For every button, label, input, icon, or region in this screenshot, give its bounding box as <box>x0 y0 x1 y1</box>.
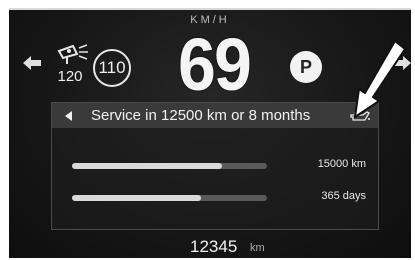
instrument-cluster-screen: KM/H 69 120 110 P Service in 12500 km or… <box>9 8 411 258</box>
previous-page-icon[interactable] <box>65 111 72 121</box>
distance-progress-bar <box>72 163 267 169</box>
service-panel-header: Service in 12500 km or 8 months <box>52 103 378 128</box>
top-divider <box>9 8 411 10</box>
speed-camera-icon <box>57 44 88 64</box>
callout-arrow-icon <box>354 41 406 118</box>
service-message: Service in 12500 km or 8 months <box>91 107 311 124</box>
time-progress-bar <box>72 195 267 201</box>
speed-readout: 69 <box>177 23 252 106</box>
distance-progress-fill <box>72 163 223 169</box>
arrow-left-icon[interactable] <box>23 56 43 70</box>
distance-label: 15000 km <box>317 158 366 170</box>
odometer-value: 12345 <box>190 237 238 256</box>
service-panel: Service in 12500 km or 8 months 15000 km… <box>51 102 379 230</box>
speed-camera-indicator: 120 <box>55 42 91 86</box>
gear-indicator: P <box>290 51 322 83</box>
odometer-unit: km <box>250 242 265 254</box>
time-label: 365 days <box>321 190 366 202</box>
speed-limit-sign: 110 <box>93 49 131 87</box>
speed-camera-limit: 120 <box>57 68 83 85</box>
time-progress-fill <box>72 195 201 201</box>
